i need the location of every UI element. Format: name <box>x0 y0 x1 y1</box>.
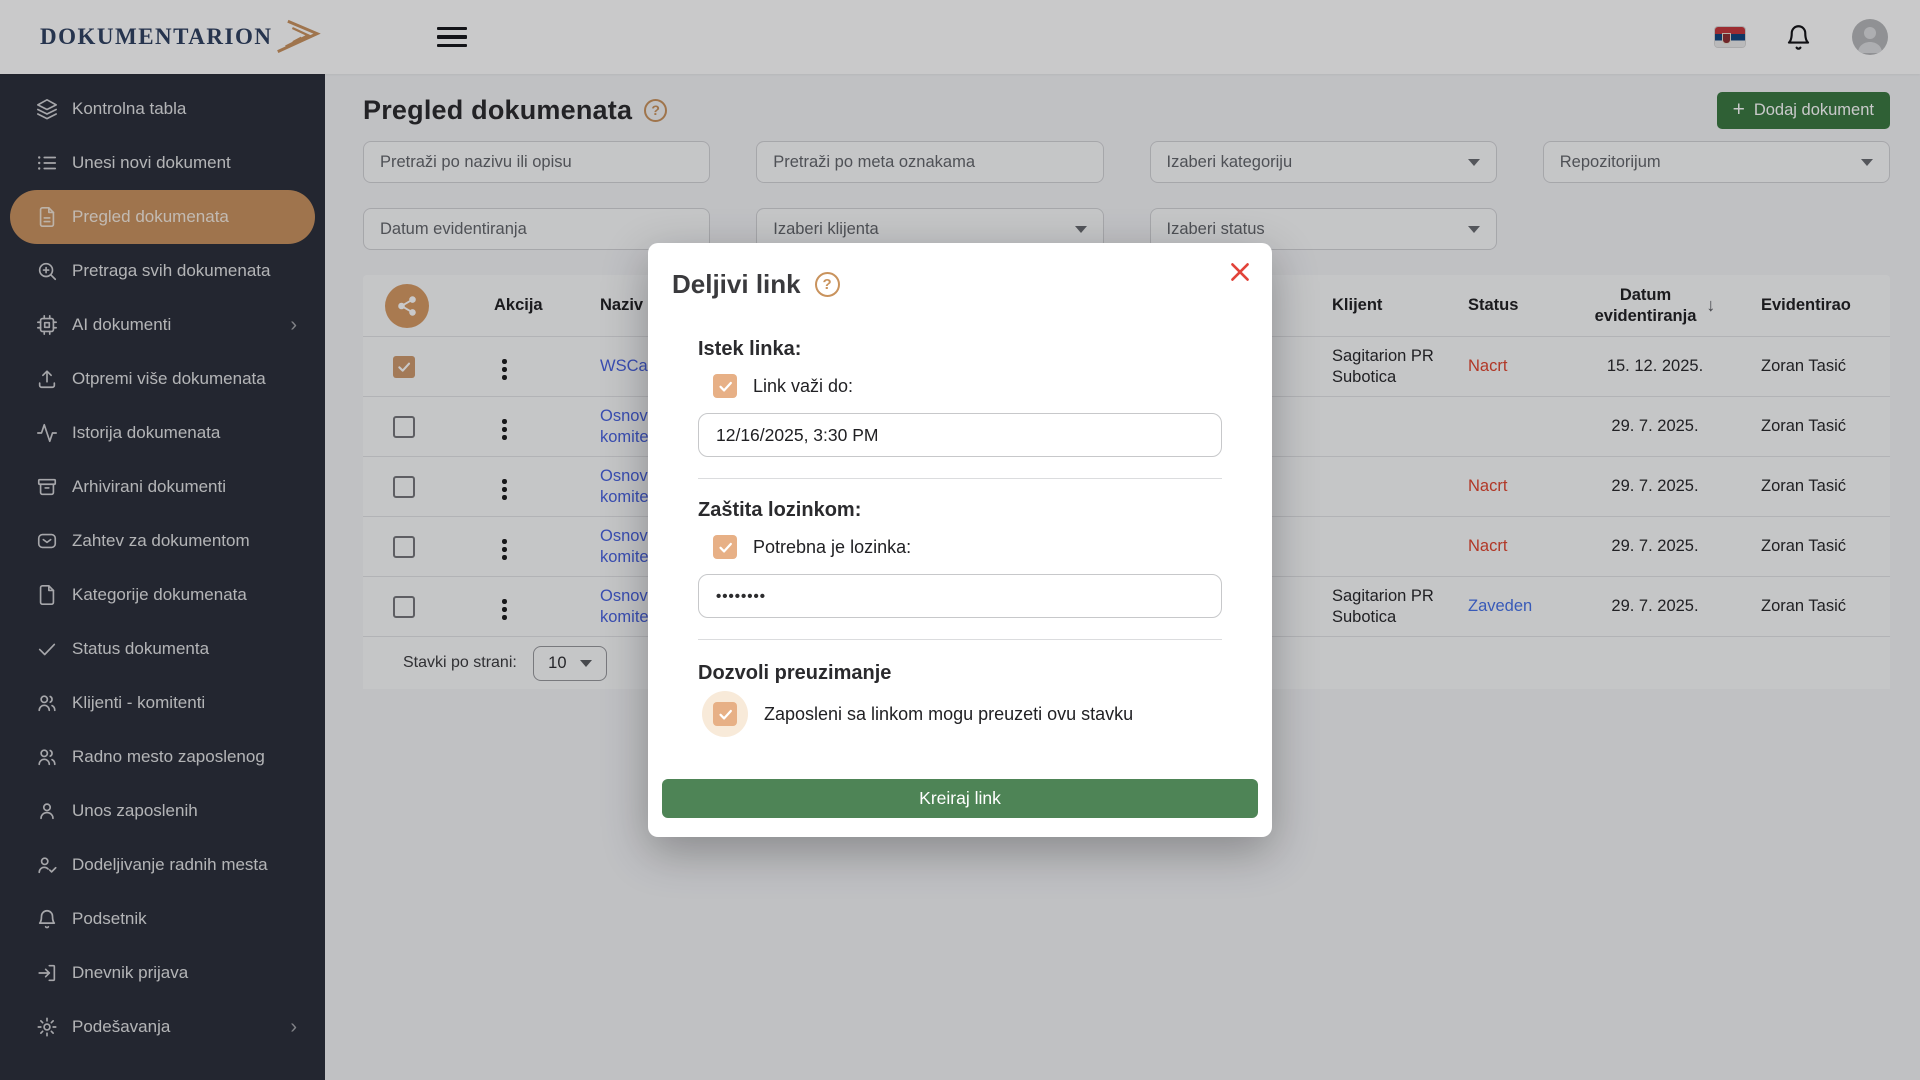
modal-title: Deljivi link <box>672 269 801 300</box>
allow-download-checkbox[interactable] <box>713 702 737 726</box>
close-icon[interactable] <box>1226 259 1254 287</box>
password-input[interactable]: •••••••• <box>698 574 1222 618</box>
expiry-checkbox-label: Link važi do: <box>753 376 853 397</box>
password-checkbox-label: Potrebna je lozinka: <box>753 537 911 558</box>
section-heading-password: Zaštita lozinkom: <box>698 499 1222 522</box>
divider <box>698 478 1222 479</box>
expiry-datetime-input[interactable]: 12/16/2025, 3:30 PM <box>698 413 1222 457</box>
checkbox-focus-halo <box>702 691 748 737</box>
section-heading-expiry: Istek linka: <box>698 338 1222 361</box>
create-link-button[interactable]: Kreiraj link <box>662 779 1258 818</box>
allow-download-label: Zaposleni sa linkom mogu preuzeti ovu st… <box>764 704 1133 725</box>
help-circle-icon[interactable]: ? <box>815 272 840 297</box>
divider <box>698 639 1222 640</box>
share-link-modal: Deljivi link ? Istek linka: Link važi do… <box>648 243 1272 837</box>
section-heading-download: Dozvoli preuzimanje <box>698 662 1222 685</box>
expiry-checkbox[interactable] <box>713 374 737 398</box>
password-required-checkbox[interactable] <box>713 535 737 559</box>
